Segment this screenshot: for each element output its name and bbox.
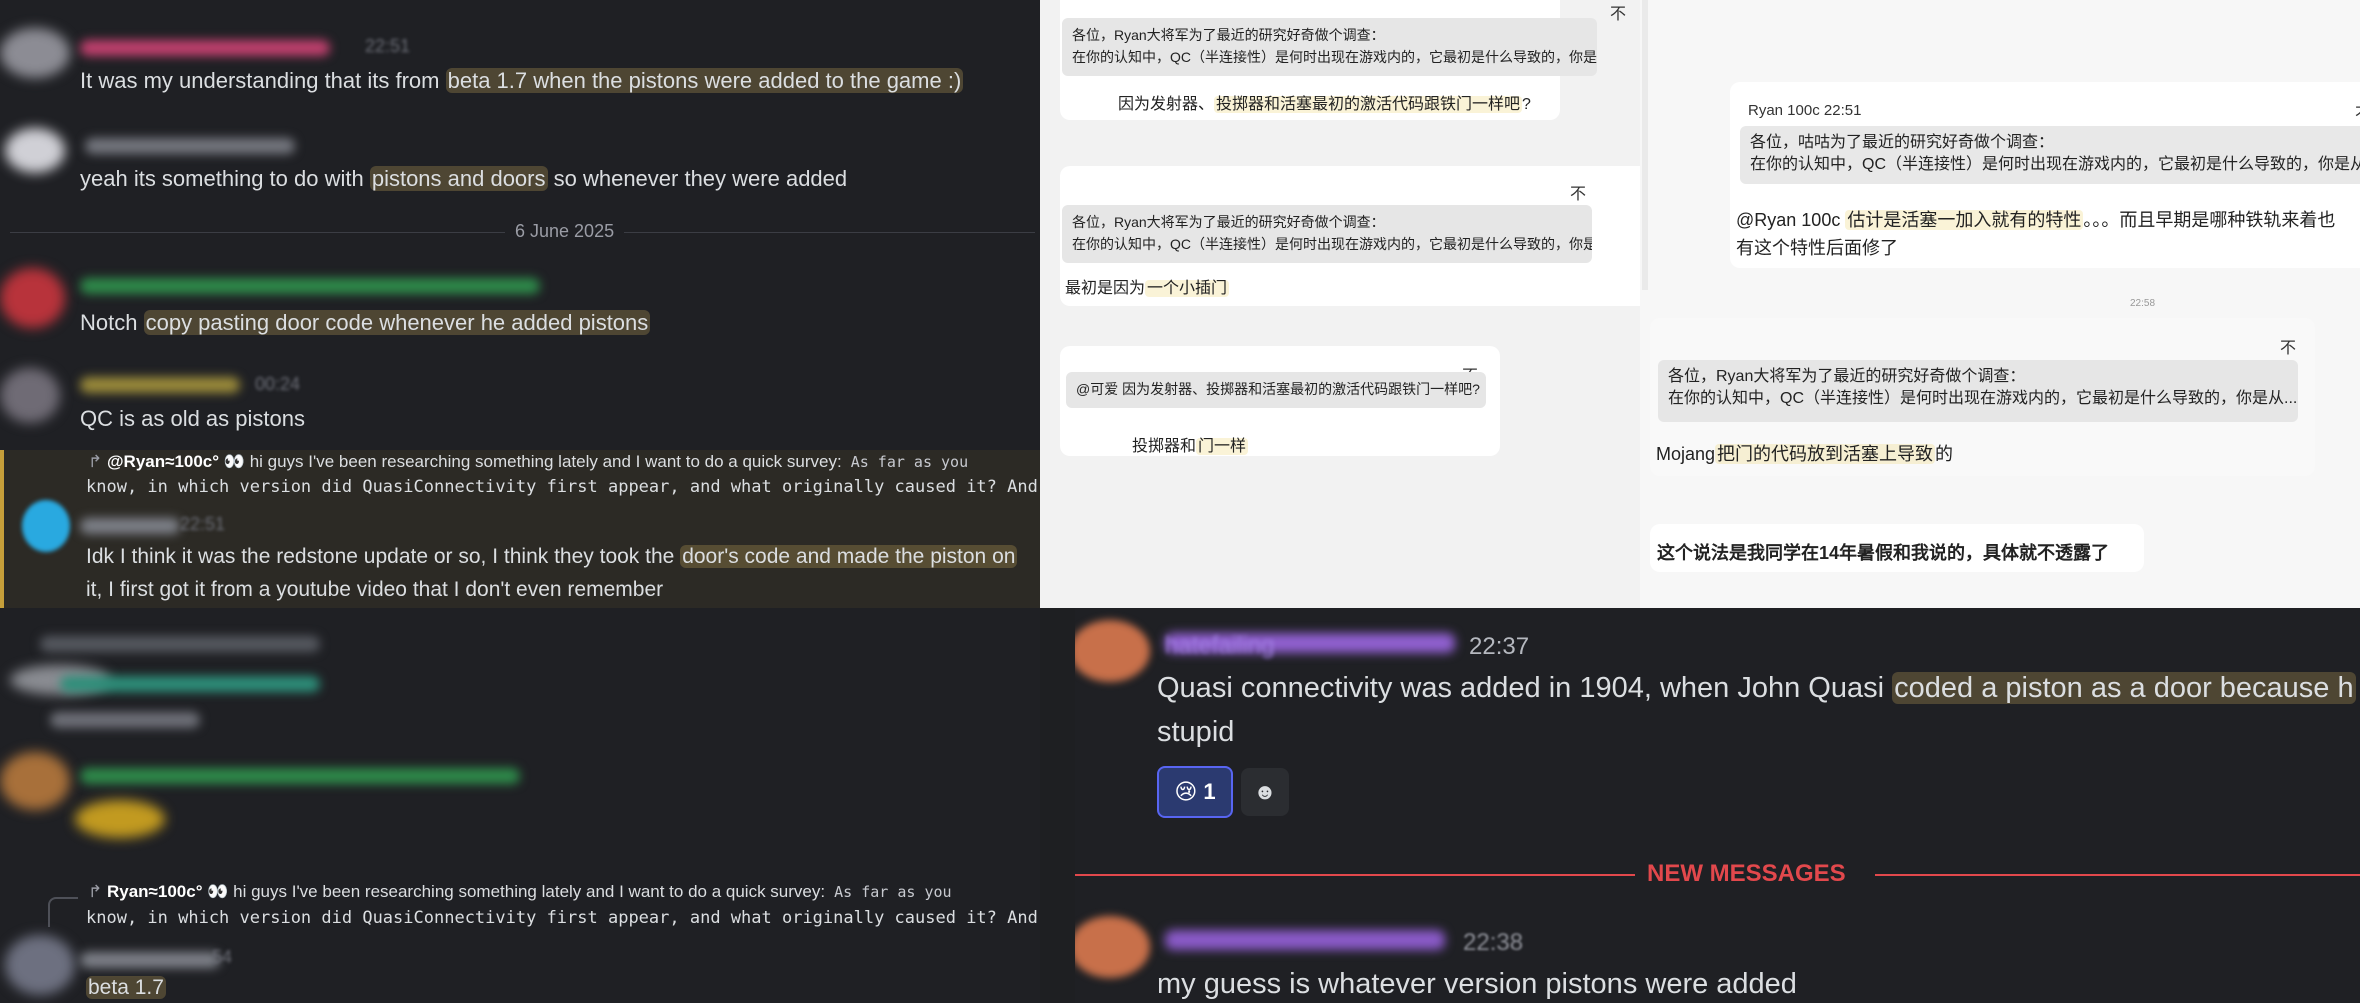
highlight: 门一样	[1196, 438, 1249, 455]
new-messages-divider: NEW MESSAGES	[1647, 860, 1846, 887]
quote-line: 各位，咕咕为了最近的研究好奇做个调查：	[1750, 134, 2055, 151]
date-divider: 6 June 2025	[505, 221, 625, 242]
reply-reference-continued: know, in which version did QuasiConnecti…	[86, 908, 1040, 928]
message-text: Idk I think it was the redstone update o…	[86, 545, 1018, 568]
message-text: It was my understanding that its from be…	[80, 68, 964, 93]
user-avatar[interactable]	[1075, 620, 1150, 682]
chat-panel-bottom-right: hatefailing 22:37 Quasi connectivity was…	[1075, 608, 2360, 1003]
new-messages-line	[1875, 874, 2360, 876]
pin-icon[interactable]: 不	[1570, 180, 1586, 204]
message-text: 这个说法是我同学在14年暑假和我说的，具体就不透露了	[1657, 543, 2110, 563]
quoted-message[interactable]: 各位，Ryan大将军为了最近的研究好奇做个调查： 在你的认知中，QC（半连接性）…	[1658, 360, 2298, 422]
username-blurred[interactable]	[40, 636, 320, 652]
new-messages-line	[1075, 874, 1635, 876]
eyes-emoji: 👀	[207, 882, 229, 901]
reaction-count: 1	[1203, 779, 1216, 804]
quote-line: 各位，Ryan大将军为了最近的研究好奇做个调查：	[1668, 368, 2026, 385]
pin-icon[interactable]: 不	[1610, 0, 1626, 24]
reply-icon: ↱	[88, 452, 107, 471]
username-blurred[interactable]	[80, 518, 180, 534]
message-text: beta 1.7	[86, 976, 166, 1000]
quote-line: 在你的认知中，QC（半连接性）是何时出现在游戏内的，它最初是什么导致的，你是从.…	[1072, 49, 1597, 65]
quoted-message[interactable]: 各位，Ryan大将军为了最近的研究好奇做个调查： 在你的认知中，QC（半连接性）…	[1062, 205, 1592, 263]
quoted-message[interactable]: 各位，咕咕为了最近的研究好奇做个调查： 在你的认知中，QC（半连接性）是何时出现…	[1740, 126, 2360, 184]
highlight: door's code and made the piston on	[680, 545, 1018, 568]
quoted-message[interactable]: @可爱 因为发射器、投掷器和活塞最初的激活代码跟铁门一样吧?	[1066, 372, 1486, 408]
user-avatar[interactable]	[1075, 916, 1150, 978]
reply-reference[interactable]: ↱ @Ryan≈100c° 👀 hi guys I've been resear…	[88, 452, 968, 472]
quote-line: 在你的认知中，QC（半连接性）是何时出现在游戏内的，它最初是什么导致的，你是从.…	[1750, 156, 2360, 173]
highlight: 估计是活塞一加入就有的特性	[1845, 210, 2084, 230]
message-timestamp: 22:38	[1463, 929, 1524, 956]
username-blurred[interactable]	[85, 138, 295, 154]
reaction-button[interactable]: 😢 1	[1157, 766, 1233, 818]
eyes-emoji: 👀	[223, 452, 245, 471]
message-text: yeah its something to do with pistons an…	[80, 166, 848, 191]
scroll-track	[1642, 0, 1648, 290]
username[interactable]: hatefailing	[1165, 632, 1274, 660]
message-text: Quasi connectivity was added in 1904, wh…	[1157, 672, 2356, 704]
user-avatar[interactable]	[22, 500, 70, 552]
highlight: beta 1.7	[86, 976, 166, 999]
user-avatar[interactable]	[0, 368, 60, 423]
highlight: coded a piston as a door because h	[1892, 672, 2356, 704]
quote-line: 各位，Ryan大将军为了最近的研究好奇做个调查：	[1072, 27, 1385, 43]
quoted-message[interactable]: 各位，Ryan大将军为了最近的研究好奇做个调查： 在你的认知中，QC（半连接性）…	[1062, 18, 1597, 76]
message-text: my guess is whatever version pistons wer…	[1157, 968, 1797, 1000]
message-text: it, I first got it from a youtube video …	[86, 578, 664, 601]
highlight: 一个小插门	[1145, 280, 1230, 297]
quote-line: 在你的认知中，QC（半连接性）是何时出现在游戏内的，它最初是什么导致的，你是从.…	[1072, 236, 1592, 252]
message-timestamp: 54	[212, 947, 233, 967]
message-text: 因为发射器、 投掷器和活塞最初的激活代码跟铁门一样吧?	[1118, 96, 1531, 113]
username-blurred[interactable]	[80, 952, 220, 968]
message-timestamp: 22:37	[1469, 633, 1530, 660]
username-blurred[interactable]	[80, 40, 330, 56]
message-text: 最初是因为 一个小插门	[1065, 280, 1230, 297]
reply-reference-continued: know, in which version did QuasiConnecti…	[86, 477, 1040, 497]
message-text: Mojang 把门的代码放到活塞上导致的	[1656, 444, 1954, 464]
pin-icon[interactable]: 不	[2355, 100, 2360, 124]
user-avatar[interactable]	[0, 752, 70, 810]
message-text: stupid	[1157, 716, 1235, 748]
message-text: QC is as old as pistons	[80, 406, 305, 431]
smiley-icon: ☻	[1253, 779, 1277, 804]
message-text: 有这个特性后面修了	[1736, 238, 1898, 258]
user-avatar[interactable]	[5, 935, 75, 995]
username-blurred[interactable]	[1165, 930, 1445, 950]
message-text: 投掷器和 门一样	[1132, 438, 1249, 455]
reply-reference[interactable]: ↱ Ryan≈100c° 👀 hi guys I've been researc…	[88, 882, 952, 902]
highlight: pistons and doors	[369, 166, 548, 191]
highlight: 投掷器和活塞最初的激活代码跟铁门一样吧	[1214, 96, 1523, 113]
add-reaction-button[interactable]: ☻	[1241, 768, 1289, 816]
highlight: beta 1.7 when the pistons were added to …	[445, 68, 964, 93]
chinese-chat-panel-right: Ryan 100c 22:51 不 各位，咕咕为了最近的研究好奇做个调查： 在你…	[1640, 0, 2360, 608]
message-author[interactable]: Ryan 100c 22:51	[1748, 102, 1861, 119]
user-avatar[interactable]	[0, 28, 70, 78]
quote-line: 在你的认知中，QC（半连接性）是何时出现在游戏内的，它最初是什么导致的，你是从.…	[1668, 390, 2298, 407]
message-timestamp: 22:51	[180, 514, 226, 534]
chinese-chat-panel: 不 各位，Ryan大将军为了最近的研究好奇做个调查： 在你的认知中，QC（半连接…	[1040, 0, 1640, 608]
pin-icon[interactable]: 不	[2280, 334, 2296, 358]
message-timestamp: 00:24	[255, 374, 301, 394]
message-text: Notch copy pasting door code whenever he…	[80, 310, 651, 335]
highlight: copy pasting door code whenever he added…	[143, 310, 651, 335]
username-blurred[interactable]	[80, 377, 240, 393]
user-avatar[interactable]	[5, 128, 65, 173]
username-blurred[interactable]	[80, 278, 540, 294]
quote-line: 各位，Ryan大将军为了最近的研究好奇做个调查：	[1072, 214, 1385, 230]
highlight: 把门的代码放到活塞上导致	[1715, 444, 1936, 464]
message-text: @Ryan 100c 估计是活塞一加入就有的特性 。。。而且早期是哪种铁轨来着也	[1736, 210, 2336, 230]
user-avatar[interactable]	[0, 268, 65, 328]
username-blurred[interactable]	[80, 768, 520, 784]
username-blurred[interactable]	[50, 712, 200, 728]
reply-icon: ↱	[88, 882, 107, 901]
message-timestamp: 22:51	[365, 36, 411, 56]
left-chat-panel: 22:51 It was my understanding that its f…	[0, 0, 1040, 1003]
username-blurred[interactable]	[60, 676, 320, 692]
reply-connector	[48, 897, 78, 927]
emoji-sticker	[75, 800, 165, 838]
crying-emoji: 😢	[1174, 779, 1198, 804]
timestamp: 22:58	[2130, 298, 2156, 309]
